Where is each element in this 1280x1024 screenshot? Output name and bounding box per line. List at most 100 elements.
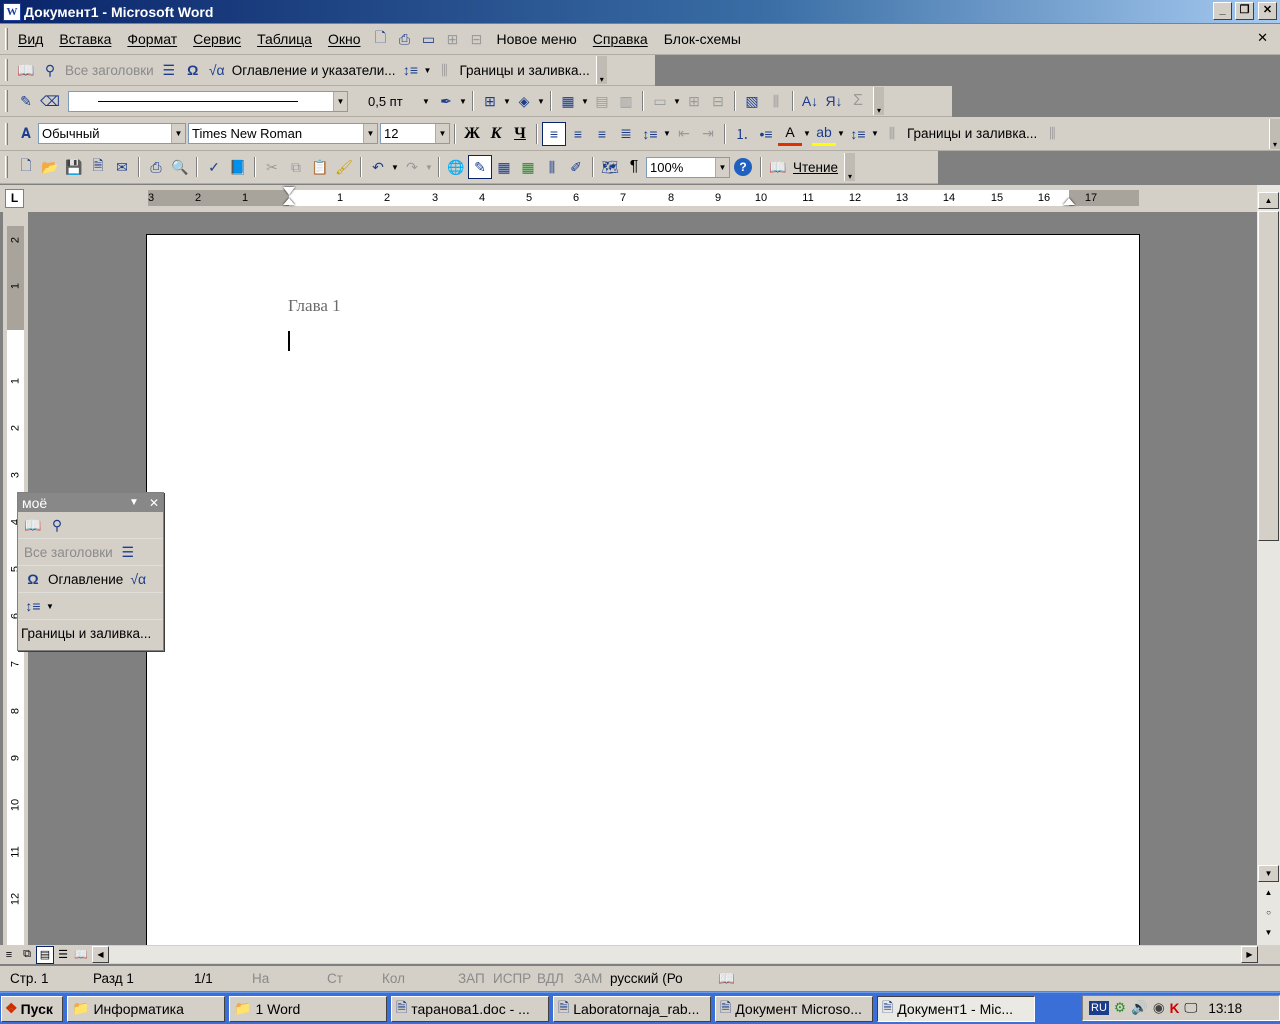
list-icon[interactable]: ☰ bbox=[116, 540, 140, 564]
email-icon[interactable]: ✉ bbox=[110, 155, 134, 179]
border-color-icon[interactable]: ✒ bbox=[434, 89, 458, 113]
menu-insert[interactable]: Вставка bbox=[51, 29, 119, 49]
save-icon[interactable]: 💾 bbox=[62, 155, 86, 179]
toc-button[interactable]: Оглавление bbox=[45, 572, 126, 587]
reading-button[interactable]: Чтение bbox=[790, 160, 841, 175]
spelling-icon[interactable]: ✓ bbox=[202, 155, 226, 179]
print-preview-icon[interactable]: 🔍 bbox=[168, 155, 192, 179]
shading-color-icon[interactable]: ◈ bbox=[512, 89, 536, 113]
highlight-dropdown-icon[interactable]: ▼ bbox=[836, 129, 846, 138]
scroll-down-icon[interactable]: ▼ bbox=[1258, 865, 1279, 882]
floating-toolbar-titlebar[interactable]: моё ▼ ✕ bbox=[18, 493, 163, 512]
insert-table-icon[interactable]: ▦ bbox=[492, 155, 516, 179]
volume-icon[interactable]: 🔊 bbox=[1131, 1000, 1148, 1016]
font-size-combo[interactable]: 12 ▼ bbox=[380, 123, 450, 144]
hscroll-track[interactable] bbox=[109, 946, 1241, 963]
align-center-icon[interactable]: ≡ bbox=[566, 122, 590, 146]
reading-icon[interactable]: 📖 bbox=[766, 155, 790, 179]
scroll-left-icon[interactable]: ◀ bbox=[92, 946, 109, 963]
redo-icon[interactable]: ↷ bbox=[400, 155, 424, 179]
font-combo[interactable]: Times New Roman ▼ bbox=[188, 123, 378, 144]
align-cell-icon[interactable]: ▭ bbox=[648, 89, 672, 113]
select-browse-object-icon[interactable]: ○ bbox=[1258, 904, 1279, 921]
justify-icon[interactable]: ≣ bbox=[614, 122, 638, 146]
menu-window[interactable]: Окно bbox=[320, 29, 369, 49]
numbering-icon[interactable]: ⒈ bbox=[730, 122, 754, 146]
underline-button[interactable]: Ч bbox=[508, 122, 532, 146]
align-left-icon[interactable]: ≡ bbox=[542, 121, 566, 146]
hyperlink-icon[interactable]: 🌐 bbox=[444, 155, 468, 179]
omega-icon[interactable]: Ω bbox=[21, 567, 45, 591]
all-headings-button[interactable]: Все заголовки bbox=[62, 63, 157, 78]
binoculars-icon[interactable]: ⚲ bbox=[38, 58, 62, 82]
org-chart2-icon[interactable]: ⊟ bbox=[465, 27, 489, 51]
close-button[interactable]: ✕ bbox=[1258, 2, 1277, 20]
task-laboratornaja[interactable]: 🗎 Laboratornaja_rab... bbox=[553, 995, 711, 1022]
align-right-icon[interactable]: ≡ bbox=[590, 122, 614, 146]
line-spacing-icon[interactable]: ↕≡ bbox=[21, 594, 45, 618]
new-doc-icon[interactable]: 🗋 bbox=[369, 27, 393, 51]
toolbar-grip[interactable] bbox=[5, 122, 8, 145]
shading-dropdown-icon[interactable]: ▼ bbox=[536, 97, 546, 106]
paste-icon[interactable]: 📋 bbox=[308, 155, 332, 179]
permission-icon[interactable]: 🗎 bbox=[86, 155, 110, 179]
line-spacing-icon[interactable]: ↕≡ bbox=[399, 58, 423, 82]
clock[interactable]: 13:18 bbox=[1208, 1001, 1242, 1016]
undo-icon[interactable]: ↶ bbox=[366, 155, 390, 179]
table-autoformat-icon[interactable]: ▧ bbox=[740, 89, 764, 113]
chevron-down-icon[interactable]: ▼ bbox=[435, 124, 449, 143]
menu-format[interactable]: Формат bbox=[119, 29, 185, 49]
drawing-icon[interactable]: ✐ bbox=[564, 155, 588, 179]
display-icon[interactable]: 🖵 bbox=[1184, 1000, 1197, 1016]
split-cells-icon[interactable]: ▥ bbox=[614, 89, 638, 113]
columns-icon[interactable]: ⫼ bbox=[540, 155, 564, 179]
text-direction-icon[interactable]: ⫼ bbox=[764, 89, 788, 113]
line-weight-combo[interactable]: 0,5 пт ▼ bbox=[354, 90, 434, 112]
borders-shading-button[interactable]: Границы и заливка... bbox=[21, 626, 154, 641]
tray-app-icon[interactable]: ◉ bbox=[1153, 1000, 1165, 1016]
line-spacing-icon[interactable]: ↕≡ bbox=[638, 122, 662, 146]
toolbar-options-icon[interactable]: ▾ bbox=[595, 56, 607, 84]
research-icon[interactable]: 📘 bbox=[226, 155, 250, 179]
toc-button[interactable]: Оглавление и указатели... bbox=[229, 63, 399, 78]
restore-button[interactable]: ❐ bbox=[1235, 2, 1254, 20]
chevron-down-icon[interactable]: ▼ bbox=[419, 91, 433, 111]
paragraph-spacing-icon[interactable]: ↕≡ bbox=[846, 122, 870, 146]
vertical-scrollbar[interactable]: ▲ ▼ ▲ ○ ▼ bbox=[1257, 185, 1280, 945]
eraser-icon[interactable]: ⌫ bbox=[38, 89, 62, 113]
undo-dropdown-icon[interactable]: ▼ bbox=[390, 163, 400, 172]
open-icon[interactable]: 📂 bbox=[38, 155, 62, 179]
help-icon[interactable]: ? bbox=[734, 158, 752, 176]
task-document-microsoft[interactable]: 🗎 Документ Microso... bbox=[715, 995, 873, 1022]
antivirus-icon[interactable]: K bbox=[1170, 1001, 1180, 1016]
status-rec[interactable]: ЗАП bbox=[458, 971, 485, 986]
right-indent-marker[interactable] bbox=[1063, 198, 1075, 205]
list-icon[interactable]: ☰ bbox=[157, 58, 181, 82]
increase-indent-icon[interactable]: ⇥ bbox=[696, 122, 720, 146]
spelling-status-icon[interactable]: 📖 bbox=[718, 971, 735, 987]
chevron-down-icon[interactable]: ▼ bbox=[715, 157, 729, 177]
close-icon[interactable]: ✕ bbox=[149, 496, 159, 510]
tables-borders-icon[interactable]: ✎ bbox=[468, 155, 492, 179]
equation-icon[interactable]: √α bbox=[205, 58, 229, 82]
decrease-indent-icon[interactable]: ⇤ bbox=[672, 122, 696, 146]
columns-icon[interactable]: ⫼ bbox=[880, 122, 904, 146]
borders-shading-button[interactable]: Границы и заливка... bbox=[457, 63, 593, 78]
align-cell-dropdown-icon[interactable]: ▼ bbox=[672, 97, 682, 106]
outside-border-dropdown-icon[interactable]: ▼ bbox=[502, 97, 512, 106]
equation-icon[interactable]: √α bbox=[126, 567, 150, 591]
doc-close-icon[interactable]: ✕ bbox=[1257, 30, 1268, 46]
document-map-icon[interactable]: 🗺 bbox=[598, 155, 622, 179]
insert-excel-icon[interactable]: ▦ bbox=[516, 155, 540, 179]
menu-help[interactable]: Справка bbox=[585, 29, 656, 49]
new-icon[interactable]: 🗋 bbox=[14, 155, 38, 179]
bullets-icon[interactable]: •≡ bbox=[754, 122, 778, 146]
menu-tools[interactable]: Сервис bbox=[185, 29, 249, 49]
columns2-icon[interactable]: ⫼ bbox=[1040, 122, 1064, 146]
chevron-down-icon[interactable]: ▼ bbox=[171, 124, 185, 143]
font-color-dropdown-icon[interactable]: ▼ bbox=[802, 129, 812, 138]
book-icon[interactable]: 📖 bbox=[14, 58, 38, 82]
chevron-down-icon[interactable]: ▼ bbox=[333, 91, 347, 111]
format-painter-icon[interactable]: 🖌 bbox=[332, 155, 356, 179]
insert-table-icon[interactable]: ▦ bbox=[556, 89, 580, 113]
